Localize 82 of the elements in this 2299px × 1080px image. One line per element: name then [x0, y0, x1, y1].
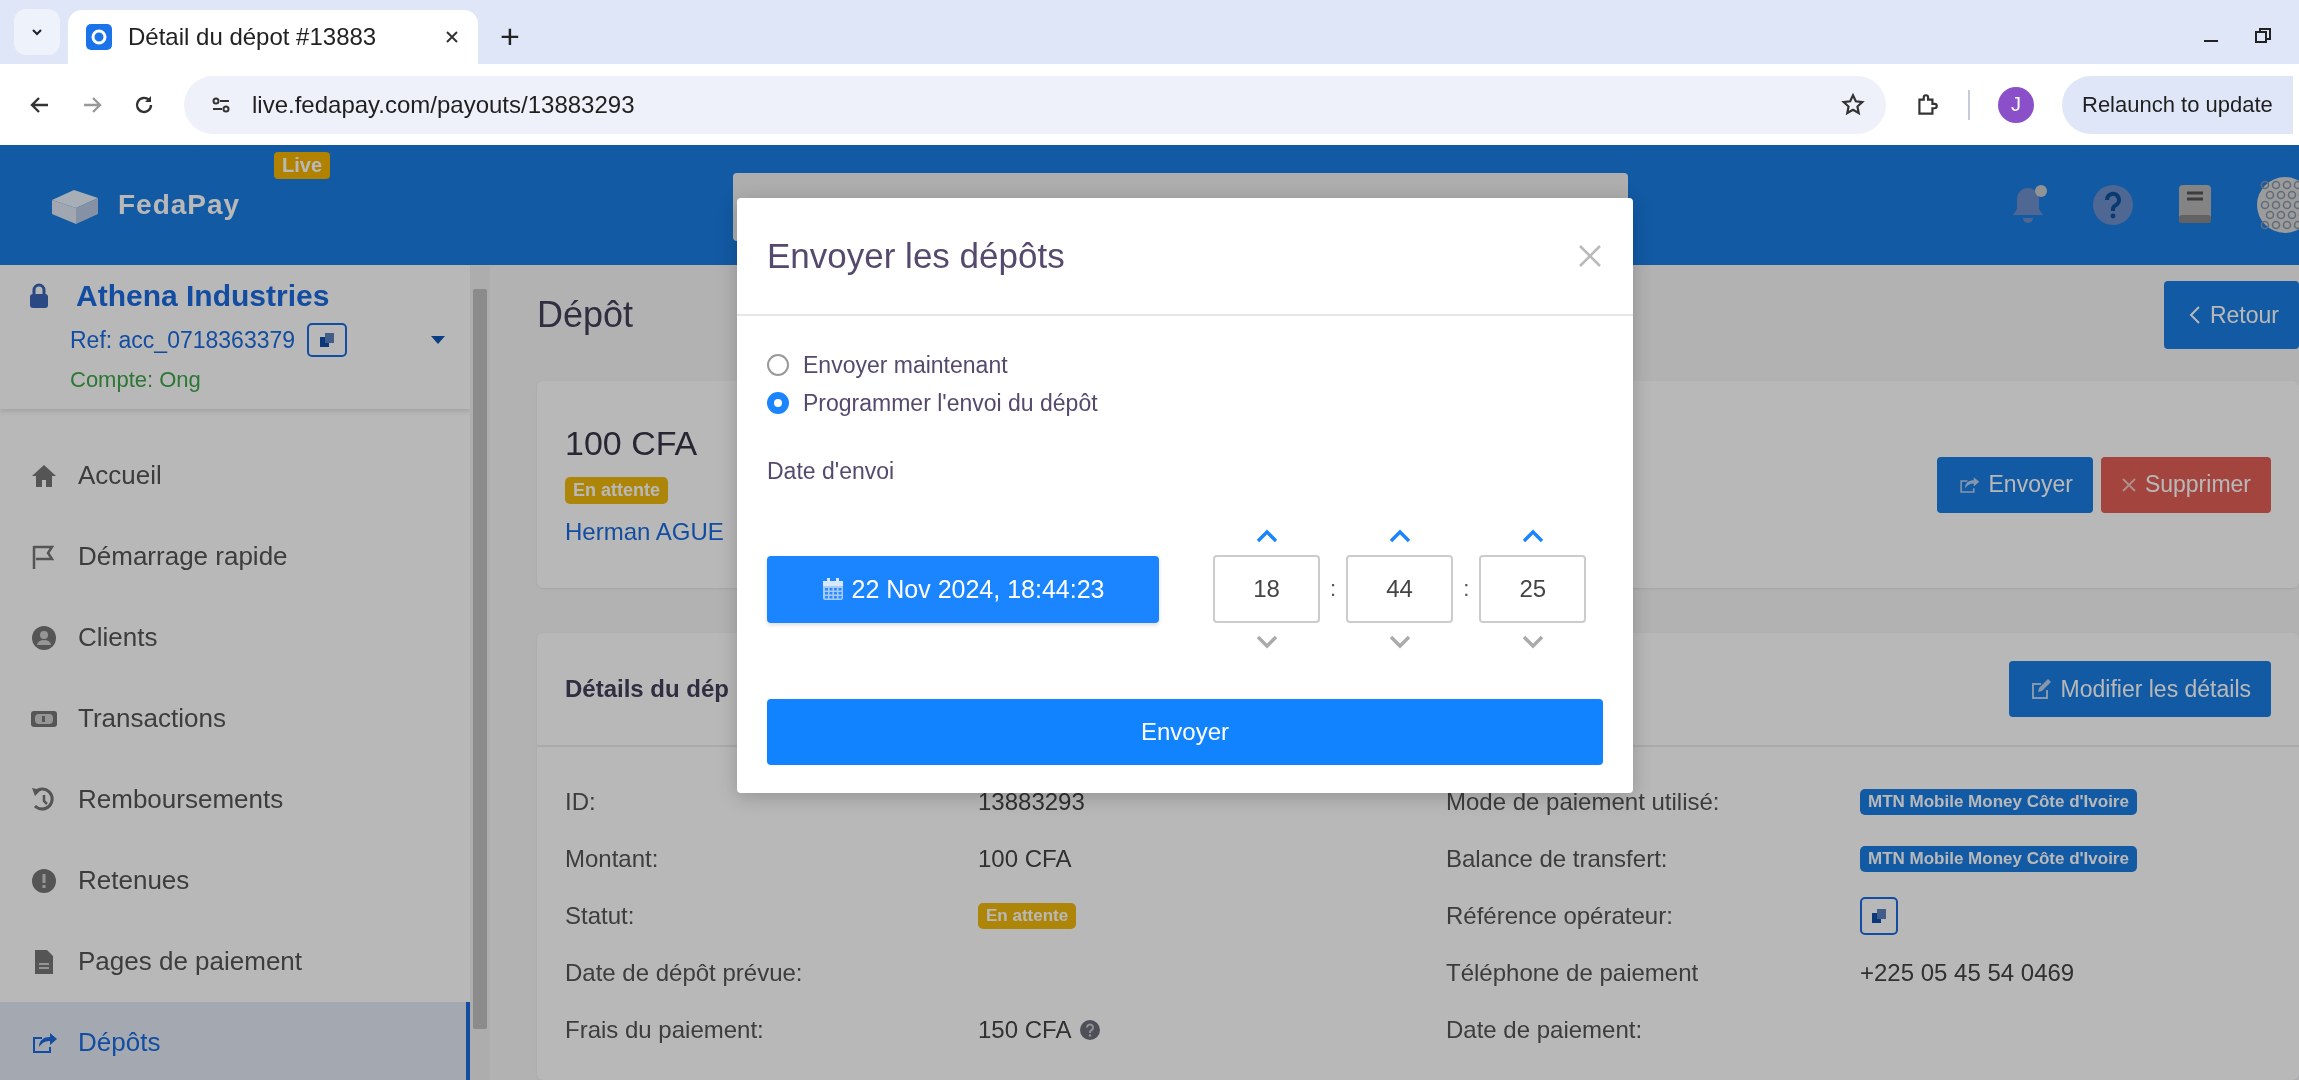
address-field[interactable]: live.fedapay.com/payouts/13883293: [184, 75, 1886, 134]
lock-icon: [28, 283, 50, 309]
increment-chevron-icon[interactable]: [1521, 529, 1544, 543]
app-favicon-icon: [86, 24, 112, 50]
environment-badge: Live: [274, 152, 331, 179]
delete-button[interactable]: Supprimer: [2100, 456, 2271, 513]
payment-method-badge: MTN Mobile Money Côte d'Ivoire: [1860, 845, 2137, 872]
account-type: Compte: Ong: [69, 367, 202, 393]
browser-tab[interactable]: Détail du dépot #13883: [68, 10, 478, 64]
time-field[interactable]: 25: [1479, 555, 1587, 623]
sidebar-item[interactable]: Retenues: [0, 840, 470, 921]
alert-icon: [30, 866, 58, 895]
status-badge: En attente: [565, 476, 668, 504]
status-badge: En attente: [978, 902, 1077, 929]
tab-title: Détail du dépot #13883: [128, 23, 378, 51]
card-title: Détails du dép: [565, 675, 730, 703]
send-button[interactable]: Envoyer: [1936, 456, 2093, 513]
brand-name[interactable]: FedaPay: [118, 189, 241, 221]
chevron-left-icon: [2187, 304, 2202, 326]
sidebar-item[interactable]: Transactions: [0, 678, 470, 759]
copy-icon: [1870, 907, 1888, 924]
dropdown-caret-icon[interactable]: [430, 335, 446, 345]
edit-details-button[interactable]: Modifier les détails: [2008, 661, 2271, 717]
new-tab-button[interactable]: +: [486, 17, 534, 56]
field-label: ID:: [565, 787, 597, 816]
user-icon: [30, 623, 58, 652]
radio-option[interactable]: Programmer l'envoi du dépôt: [767, 384, 1603, 422]
increment-chevron-icon[interactable]: [1255, 529, 1278, 543]
time-separator: :: [1463, 576, 1470, 602]
customer-link[interactable]: Herman AGUE: [565, 517, 724, 546]
field-label: Référence opérateur:: [1446, 901, 1674, 930]
decrement-chevron-icon[interactable]: [1521, 635, 1544, 649]
field-value: +225 05 45 54 0469: [1860, 958, 2075, 987]
sidebar-item[interactable]: Démarrage rapide: [0, 516, 470, 597]
field-label: Montant:: [565, 844, 660, 873]
decrement-chevron-icon[interactable]: [1255, 635, 1278, 649]
help-icon[interactable]: [2091, 183, 2135, 227]
field-label: Téléphone de paiement: [1446, 958, 1700, 987]
sidebar-item[interactable]: Clients: [0, 597, 470, 678]
time-field[interactable]: 18: [1213, 555, 1320, 623]
field-label: Statut:: [565, 901, 636, 930]
account-name[interactable]: Athena Industries: [76, 279, 330, 313]
close-icon: [2120, 476, 2137, 493]
sidebar-item[interactable]: Accueil: [0, 435, 470, 516]
amount: 100 CFA: [565, 423, 698, 463]
copy-button[interactable]: [1860, 896, 1898, 935]
page-title: Dépôt: [537, 294, 634, 336]
scrollbar[interactable]: [470, 265, 490, 1080]
field-label: Date de dépôt prévue:: [565, 958, 804, 987]
submit-button[interactable]: Envoyer: [767, 699, 1603, 765]
modal-title: Envoyer les dépôts: [767, 236, 1065, 276]
field-label: Date d'envoi: [767, 458, 896, 485]
payment-method-badge: MTN Mobile Money Côte d'Ivoire: [1860, 788, 2137, 815]
decrement-chevron-icon[interactable]: [1388, 635, 1411, 649]
account-reference: Ref: acc_0718363379: [70, 326, 296, 354]
field-value: 100 CFA: [978, 844, 1072, 873]
copy-icon: [318, 332, 337, 348]
field-label: Mode de paiement utilisé:: [1446, 787, 1721, 816]
field-value: 13883293: [978, 787, 1085, 816]
restore-icon[interactable]: [2253, 26, 2273, 46]
close-icon[interactable]: [444, 29, 460, 45]
avatar-icon[interactable]: [2255, 175, 2299, 235]
help-icon[interactable]: [1079, 1018, 1102, 1041]
time-field[interactable]: 44: [1346, 555, 1454, 623]
radio-option[interactable]: Envoyer maintenant: [767, 346, 1603, 384]
increment-chevron-icon[interactable]: [1388, 529, 1411, 543]
field-label: Frais du paiement:: [565, 1015, 765, 1044]
bookmark-star-icon[interactable]: [1840, 91, 1866, 118]
calendar-icon: [821, 577, 844, 601]
field-label: Date de paiement:: [1446, 1015, 1644, 1044]
sidebar-item[interactable]: Pages de paiement: [0, 921, 470, 1002]
time-separator: :: [1330, 576, 1337, 602]
field-label: Balance de transfert:: [1446, 844, 1669, 873]
relaunch-button[interactable]: Relaunch to update: [2062, 75, 2293, 134]
date-picker-button[interactable]: 22 Nov 2024, 18:44:23: [767, 555, 1159, 623]
copy-button[interactable]: [307, 323, 348, 357]
url-text: live.fedapay.com/payouts/13883293: [252, 90, 635, 119]
sidebar-item[interactable]: Dépôts: [0, 1002, 470, 1080]
sidebar-item[interactable]: Remboursements: [0, 759, 470, 840]
profile-avatar[interactable]: J: [1998, 86, 2034, 123]
back-button[interactable]: Retour: [2163, 281, 2299, 349]
field-value: 150 CFA: [978, 1015, 1072, 1044]
